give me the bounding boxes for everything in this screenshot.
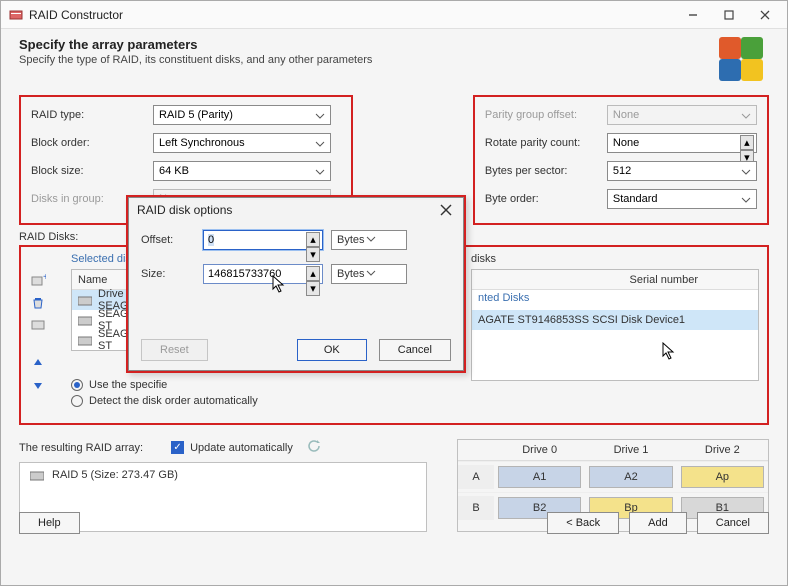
close-button[interactable] [747, 4, 783, 26]
delete-trash-icon[interactable] [29, 295, 47, 311]
spinner-buttons[interactable]: ▴▾ [306, 266, 320, 284]
drive-icon [30, 470, 44, 481]
size-input[interactable]: 146815733760 ▴▾ [203, 264, 323, 284]
back-button[interactable]: < Back [547, 512, 619, 534]
spinner-buttons[interactable]: ▴▾ [740, 135, 754, 153]
size-unit-select[interactable]: Bytes [331, 264, 407, 284]
byte-order-select[interactable]: Standard [607, 189, 757, 209]
raid-type-label: RAID type: [31, 109, 153, 121]
block-order-select[interactable]: Left Synchronous [153, 133, 331, 153]
help-button[interactable]: Help [19, 512, 80, 534]
ok-button[interactable]: OK [297, 339, 367, 361]
minimize-button[interactable] [675, 4, 711, 26]
disk-icon[interactable] [29, 317, 47, 333]
offset-label: Offset: [141, 234, 203, 246]
raid-disk-options-dialog: RAID disk options Offset: 0 ▴▾ Bytes Siz… [126, 195, 466, 373]
radio-label: Use the specifie [89, 379, 167, 391]
parity-offset-select: None [607, 105, 757, 125]
block-size-label: Block size: [31, 165, 153, 177]
dialog-title: RAID disk options [137, 203, 232, 217]
raid-type-select[interactable]: RAID 5 (Parity) [153, 105, 331, 125]
dialog-close-icon[interactable] [437, 201, 455, 219]
bytes-sector-label: Bytes per sector: [485, 165, 607, 177]
radio-label: Detect the disk order automatically [89, 395, 258, 407]
chevron-down-icon [314, 110, 326, 122]
window-titlebar: RAID Constructor [1, 1, 787, 29]
byte-order-label: Byte order: [485, 193, 607, 205]
parity-offset-label: Parity group offset: [485, 109, 607, 121]
bytes-sector-select[interactable]: 512 [607, 161, 757, 181]
update-auto-label: Update automatically [190, 442, 293, 454]
detect-auto-radio[interactable]: Detect the disk order automatically [71, 395, 451, 407]
rotate-parity-input[interactable]: None ▴▾ [607, 133, 757, 153]
move-up-icon[interactable] [29, 355, 47, 371]
reset-button: Reset [141, 339, 208, 361]
connected-disks-label: disks [471, 253, 759, 265]
row-label: A [458, 465, 494, 489]
block-order-label: Block order: [31, 137, 153, 149]
spinner-buttons[interactable]: ▴▾ [306, 232, 320, 250]
window-title: RAID Constructor [29, 8, 675, 22]
block-size-select[interactable]: 64 KB [153, 161, 331, 181]
add-plus-icon[interactable]: + [29, 273, 47, 289]
connected-disk-row[interactable]: AGATE ST9146853SS SCSI Disk Device1 [472, 310, 758, 330]
array-result-row[interactable]: RAID 5 (Size: 273.47 GB) [20, 463, 426, 487]
cancel-wizard-button[interactable]: Cancel [697, 512, 769, 534]
connected-disks-subtitle: nted Disks [472, 290, 758, 306]
connected-disk-name: AGATE ST9146853SS SCSI Disk Device1 [478, 314, 685, 326]
cancel-button[interactable]: Cancel [379, 339, 451, 361]
offset-input[interactable]: 0 ▴▾ [203, 230, 323, 250]
drive-icon [78, 315, 92, 326]
refresh-icon[interactable] [307, 439, 321, 456]
map-cell: A1 [498, 466, 581, 488]
chevron-down-icon [365, 233, 377, 248]
page-title: Specify the array parameters [19, 37, 372, 52]
svg-text:+: + [43, 274, 46, 283]
drive-icon [78, 335, 92, 346]
size-label: Size: [141, 268, 203, 280]
row-label: B [458, 496, 494, 520]
column-serial[interactable]: Serial number [630, 274, 698, 286]
offset-unit-select[interactable]: Bytes [331, 230, 407, 250]
array-result-text: RAID 5 (Size: 273.47 GB) [52, 469, 178, 481]
update-auto-checkbox[interactable]: ✓ [171, 441, 184, 454]
drive-header: Drive 1 [585, 440, 676, 460]
map-cell: A2 [589, 466, 672, 488]
use-specified-radio[interactable]: Use the specifie [71, 379, 451, 391]
drive-icon [78, 295, 92, 306]
rotate-parity-label: Rotate parity count: [485, 137, 607, 149]
drive-header: Drive 0 [494, 440, 585, 460]
puzzle-icon [715, 37, 769, 81]
map-cell: Ap [681, 466, 764, 488]
page-subtitle: Specify the type of RAID, its constituen… [19, 54, 372, 66]
add-button[interactable]: Add [629, 512, 687, 534]
app-icon [9, 8, 23, 22]
maximize-button[interactable] [711, 4, 747, 26]
drive-header: Drive 2 [677, 440, 768, 460]
move-down-icon[interactable] [29, 377, 47, 393]
resulting-array-label: The resulting RAID array: [19, 442, 143, 454]
